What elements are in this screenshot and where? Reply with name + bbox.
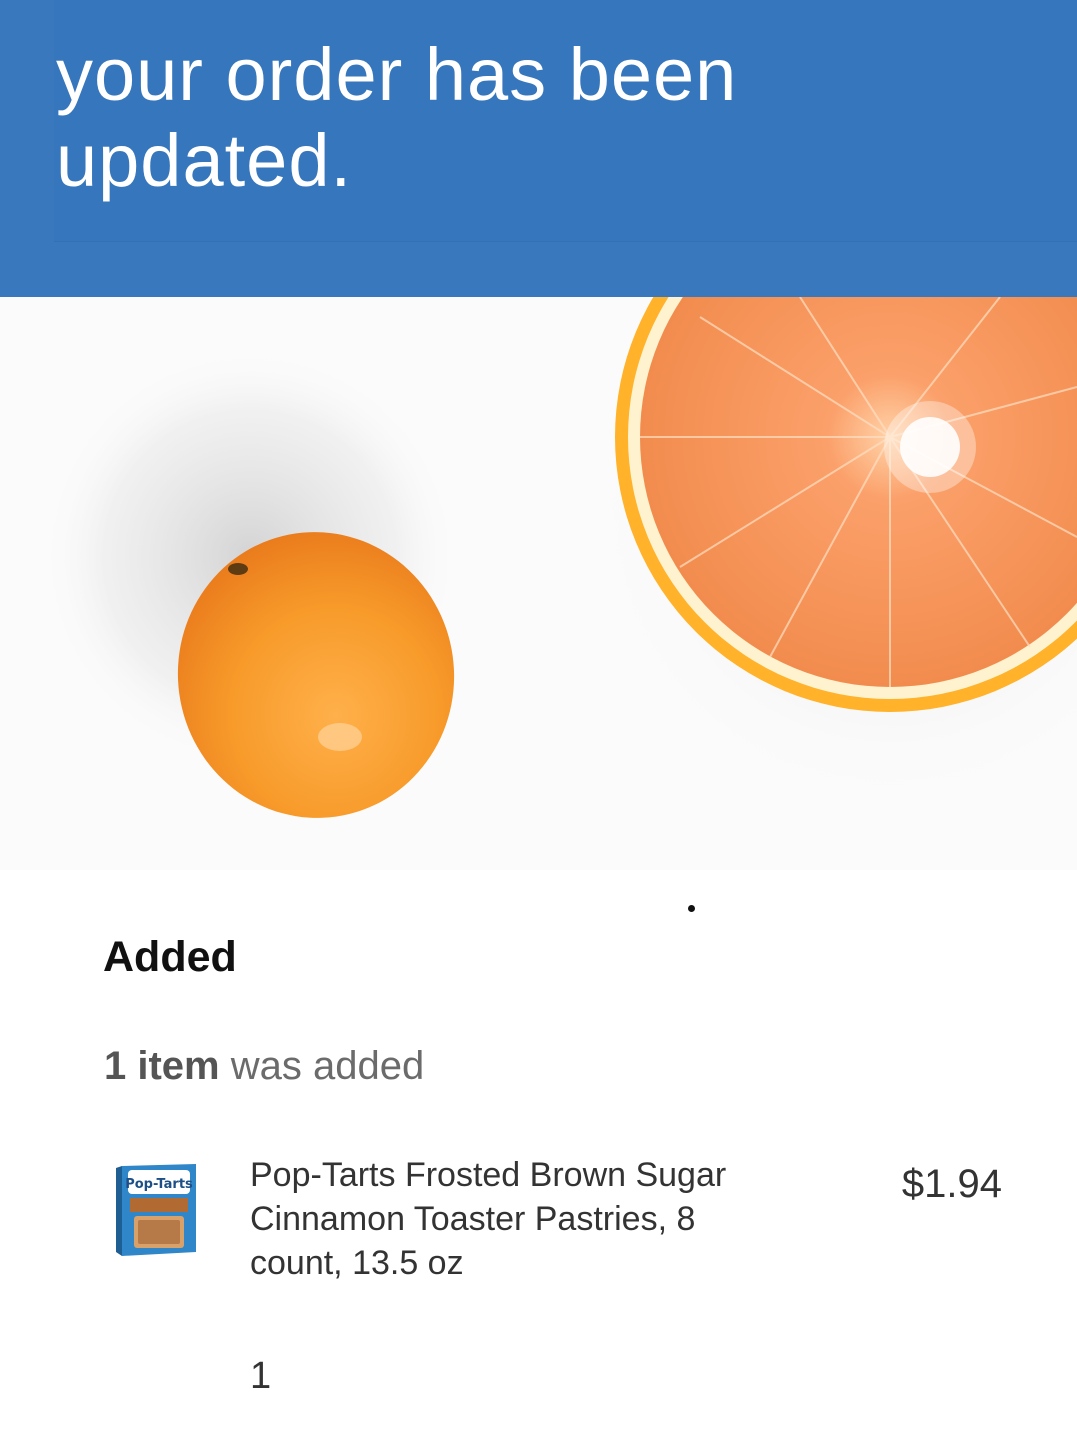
stray-dot	[688, 905, 695, 912]
hero-image	[0, 297, 1077, 870]
added-count: 1 item	[104, 1044, 220, 1088]
header-banner: Hey, your order has been updated.	[0, 0, 1077, 297]
product-quantity: 1	[250, 1355, 272, 1397]
headline-line-1: your order has been	[56, 33, 738, 116]
section-title-added: Added	[103, 933, 237, 981]
product-thumbnail[interactable]: Pop-Tarts	[112, 1160, 200, 1260]
product-name[interactable]: Pop-Tarts Frosted Brown Sugar Cinnamon T…	[250, 1153, 770, 1285]
headline-line-2: updated.	[56, 119, 353, 202]
product-price: $1.94	[901, 1162, 1002, 1206]
pop-tarts-box-icon: Pop-Tarts	[116, 1164, 196, 1256]
thumb-brand-text: Pop-Tarts	[125, 1177, 193, 1192]
added-summary: 1 item was added	[104, 1040, 424, 1092]
headline: Hey, your order has been updated.	[56, 0, 737, 204]
added-count-text: was added	[219, 1044, 425, 1088]
oranges-illustration	[0, 297, 1077, 870]
